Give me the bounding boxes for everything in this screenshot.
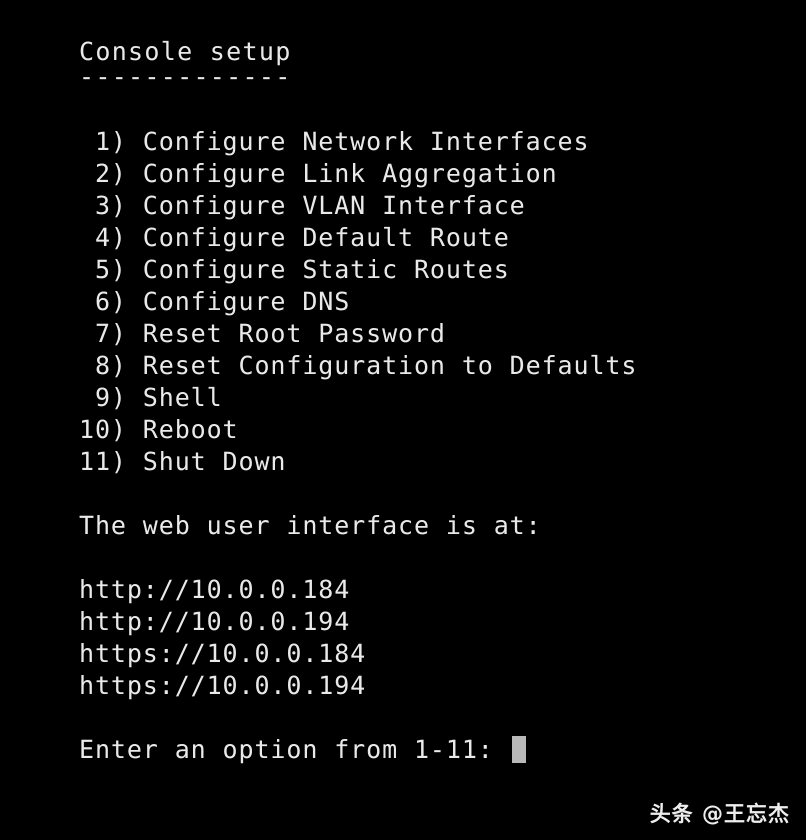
menu-item-configure-dns[interactable]: 6) Configure DNS bbox=[79, 286, 806, 318]
console-title-rule: ------------- bbox=[79, 62, 292, 91]
option-prompt-line[interactable]: Enter an option from 1-11: bbox=[79, 734, 806, 766]
menu-item-configure-default-route[interactable]: 4) Configure Default Route bbox=[79, 222, 806, 254]
web-url-http-184[interactable]: http://10.0.0.184 bbox=[79, 574, 806, 606]
web-interface-heading: The web user interface is at: bbox=[79, 511, 542, 540]
web-url-https-194[interactable]: https://10.0.0.194 bbox=[79, 670, 806, 702]
menu-item-shell[interactable]: 9) Shell bbox=[79, 382, 806, 414]
menu-item-reset-configuration-to-defaults[interactable]: 8) Reset Configuration to Defaults bbox=[79, 350, 806, 382]
watermark-label: 头条 @王忘杰 bbox=[649, 802, 790, 826]
menu-item-reset-root-password[interactable]: 7) Reset Root Password bbox=[79, 318, 806, 350]
console-terminal[interactable]: Console setup ------------- 1) Configure… bbox=[0, 0, 806, 840]
spacer-line-3 bbox=[79, 542, 806, 574]
spacer-line-1 bbox=[79, 94, 806, 126]
menu-item-configure-network-interfaces[interactable]: 1) Configure Network Interfaces bbox=[79, 126, 806, 158]
text-cursor[interactable] bbox=[511, 736, 526, 763]
web-url-https-184[interactable]: https://10.0.0.184 bbox=[79, 638, 806, 670]
spacer-line-4 bbox=[79, 702, 806, 734]
menu-item-configure-vlan-interface[interactable]: 3) Configure VLAN Interface bbox=[79, 190, 806, 222]
spacer-line-2 bbox=[79, 478, 806, 510]
menu-item-reboot[interactable]: 10) Reboot bbox=[79, 414, 806, 446]
menu-item-configure-static-routes[interactable]: 5) Configure Static Routes bbox=[79, 254, 806, 286]
web-url-http-194[interactable]: http://10.0.0.194 bbox=[79, 606, 806, 638]
menu-item-shut-down[interactable]: 11) Shut Down bbox=[79, 446, 806, 478]
option-prompt-label: Enter an option from 1-11: bbox=[79, 735, 510, 764]
menu-item-configure-link-aggregation[interactable]: 2) Configure Link Aggregation bbox=[79, 158, 806, 190]
